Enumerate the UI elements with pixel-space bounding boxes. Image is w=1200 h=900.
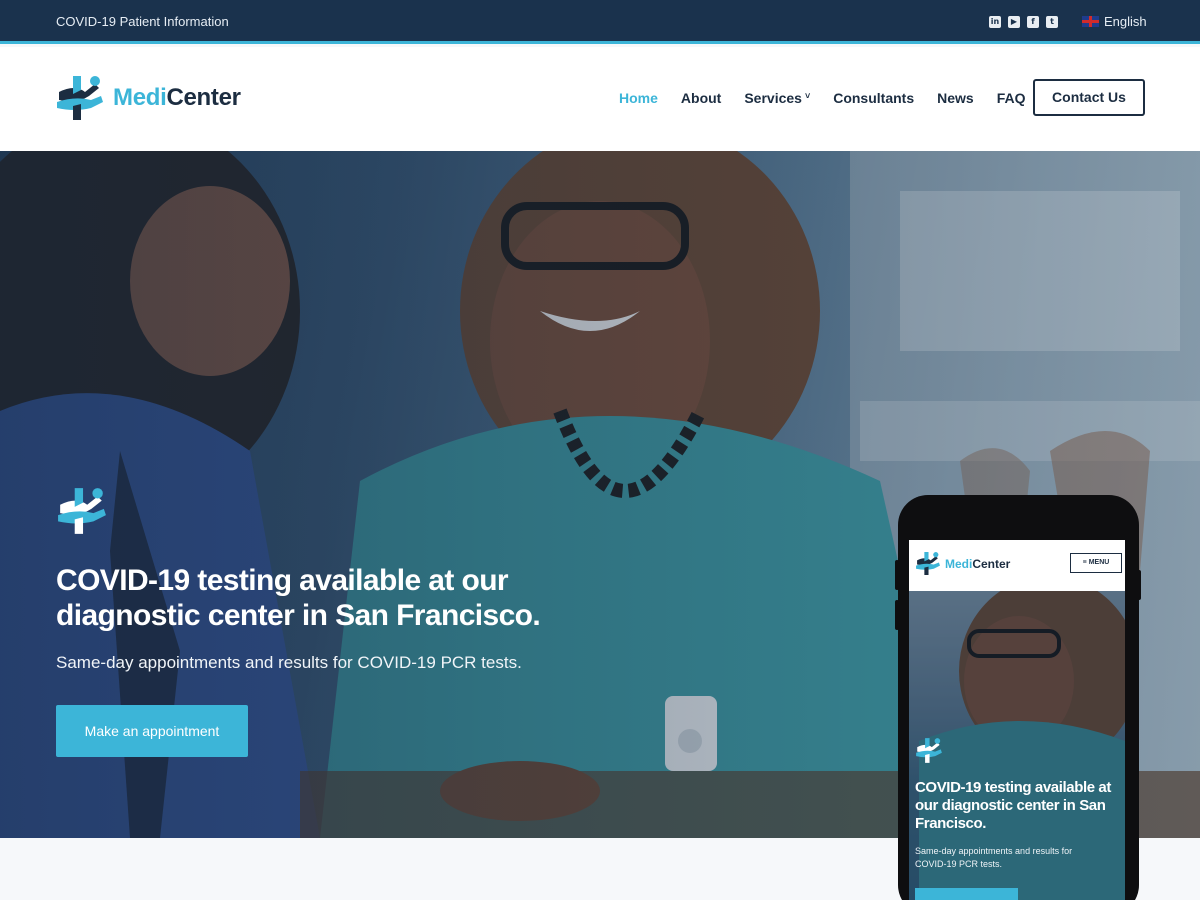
uk-flag-icon [1082, 16, 1099, 27]
language-selector[interactable]: English [1082, 14, 1147, 29]
phone-mockup: MediCenter ≡ MENU COVID-19 testing avail… [895, 495, 1141, 900]
contact-us-button[interactable]: Contact Us [1033, 79, 1145, 116]
make-appointment-button[interactable]: Make an appointment [56, 705, 248, 757]
mobile-hero: COVID-19 testing available at our diagno… [909, 591, 1125, 900]
mobile-logo-medi: Medi [945, 556, 973, 571]
logo-text: MediCenter [113, 84, 241, 112]
mobile-logo-icon [916, 552, 940, 575]
mobile-logo-center: Center [972, 556, 1011, 571]
mobile-hero-subtitle: Same-day appointments and results for CO… [915, 846, 1073, 869]
phone-side-button [895, 600, 899, 630]
linkedin-icon[interactable]: in [989, 16, 1001, 28]
facebook-glyph: f [1031, 17, 1035, 26]
logo-medi: Medi [113, 84, 167, 111]
mobile-cross-icon [916, 738, 942, 763]
nav-about[interactable]: About [681, 90, 721, 106]
youtube-icon[interactable]: ▶ [1008, 16, 1020, 28]
nav-news[interactable]: News [937, 90, 974, 106]
patient-info-link[interactable]: COVID-19 Patient Information [56, 14, 229, 29]
logo-center: Center [166, 84, 241, 111]
top-bar: COVID-19 Patient Information in ▶ f t En… [0, 0, 1200, 44]
facebook-icon[interactable]: f [1027, 16, 1039, 28]
mobile-hero-title: COVID-19 testing available at our diagno… [915, 779, 1111, 832]
mobile-header: MediCenter ≡ MENU [909, 540, 1125, 591]
hero-subtitle: Same-day appointments and results for CO… [56, 653, 522, 672]
social-links: in ▶ f t [989, 16, 1058, 28]
main-nav: Home About Services ˅ Consultants News FA… [619, 90, 1048, 106]
linkedin-glyph: in [990, 17, 1000, 26]
nav-services-label: Services [744, 90, 802, 106]
medical-cross-logo-icon [57, 76, 103, 120]
site-header: MediCenter Home About Services ˅ Consulta… [0, 47, 1200, 151]
mobile-logo[interactable]: MediCenter [915, 551, 1010, 576]
nav-home[interactable]: Home [619, 90, 658, 106]
nav-services[interactable]: Services ˅ [744, 90, 810, 106]
youtube-glyph: ▶ [1010, 17, 1018, 26]
site-logo[interactable]: MediCenter [55, 74, 241, 122]
nav-faq[interactable]: FAQ [997, 90, 1026, 106]
nav-consultants[interactable]: Consultants [833, 90, 914, 106]
hero-title: COVID-19 testing available at our diagno… [56, 564, 541, 632]
mobile-menu-button[interactable]: ≡ MENU [1070, 553, 1122, 573]
mobile-logo-text: MediCenter [945, 557, 1010, 571]
phone-screen: MediCenter ≡ MENU COVID-19 testing avail… [909, 540, 1125, 900]
medical-cross-icon [58, 488, 106, 534]
mobile-appointment-button[interactable] [915, 888, 1018, 900]
twitter-icon[interactable]: t [1046, 16, 1058, 28]
phone-side-button [895, 560, 899, 590]
phone-power-button [1137, 570, 1141, 600]
language-label: English [1104, 14, 1147, 29]
twitter-glyph: t [1050, 17, 1054, 26]
chevron-down-icon: ˅ [804, 91, 811, 101]
